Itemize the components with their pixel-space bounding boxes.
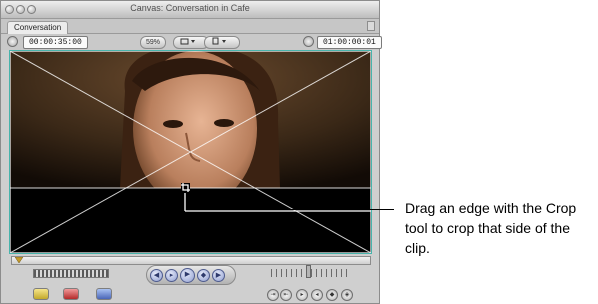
match-frame-button[interactable]: ⇥ — [267, 289, 279, 301]
window-title: Canvas: Conversation in Cafe — [130, 3, 250, 13]
transport-controls: ◀ ▸ ▶ ◆ ▶ — [146, 265, 236, 285]
canvas-window: Canvas: Conversation in Cafe Conversatio… — [0, 0, 382, 304]
shuttle-control[interactable] — [33, 269, 109, 278]
go-to-previous-edit-button[interactable]: ◀ — [150, 269, 163, 282]
video-frame-image — [10, 51, 371, 253]
zoom-popup-button[interactable]: 59% — [140, 36, 167, 49]
duration-timecode-field[interactable]: 01:00:00:01 — [317, 36, 382, 49]
canvas-toolbar: 00:00:35:00 59% 01:00:00:01 — [1, 34, 382, 50]
jog-knob[interactable] — [306, 265, 311, 278]
jog-control[interactable] — [271, 269, 351, 277]
play-around-current-frame-button[interactable]: ◆ — [197, 269, 210, 282]
crop-tool-icon — [181, 183, 190, 192]
replace-edit-button[interactable] — [96, 288, 112, 300]
insert-edit-button[interactable] — [33, 288, 49, 300]
playhead-icon — [14, 257, 24, 264]
canvas-video-frame[interactable] — [9, 50, 372, 254]
tab-strip: Conversation — [1, 19, 379, 34]
mark-out-icon[interactable]: ◂ — [311, 289, 323, 301]
playhead-scrubber-bar[interactable] — [11, 256, 371, 265]
play-in-to-out-button[interactable]: ▸ — [165, 269, 178, 282]
current-timecode-field[interactable]: 00:00:35:00 — [23, 36, 88, 49]
tab-resize-handle[interactable] — [367, 21, 375, 31]
go-to-next-edit-button[interactable]: ▶ — [212, 269, 225, 282]
overwrite-edit-button[interactable] — [63, 288, 79, 300]
annotation-leader-line — [186, 209, 394, 210]
view-options-icon — [180, 38, 195, 45]
duration-dial-icon[interactable] — [303, 36, 314, 47]
mark-clip-button[interactable]: ⇤ — [280, 289, 292, 301]
overlay-popup-button[interactable] — [204, 36, 240, 49]
title-bar[interactable]: Canvas: Conversation in Cafe — [1, 1, 379, 19]
annotation-text: Drag an edge with the Crop tool to crop … — [405, 200, 577, 256]
add-marker-button[interactable]: ◆ — [326, 289, 338, 301]
overlay-options-icon — [212, 37, 226, 45]
mark-in-icon[interactable]: ▸ — [296, 289, 308, 301]
add-keyframe-button[interactable]: ◈ — [341, 289, 353, 301]
tab-conversation[interactable]: Conversation — [7, 21, 69, 34]
current-timecode-dial-icon[interactable] — [7, 36, 18, 47]
play-button[interactable]: ▶ — [180, 268, 195, 283]
